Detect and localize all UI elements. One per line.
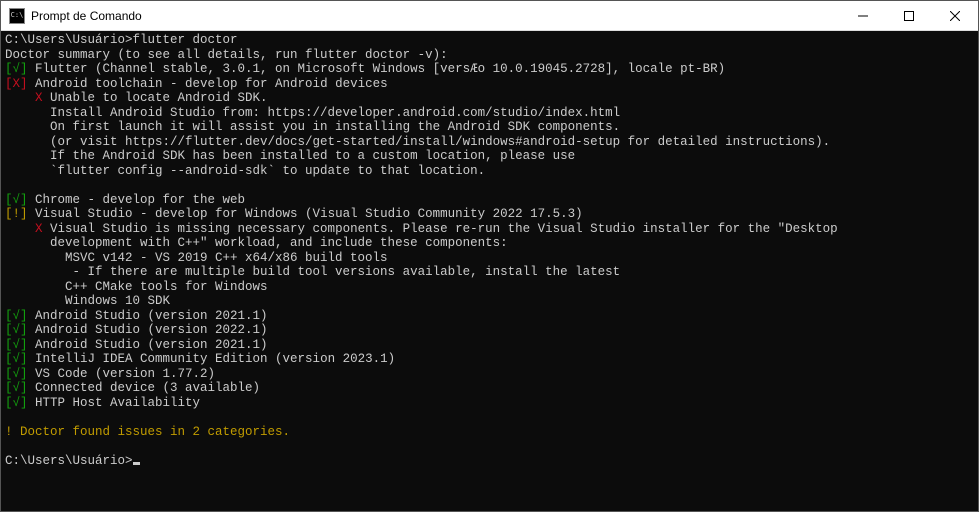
- output-line: Install Android Studio from: https://dev…: [5, 106, 620, 120]
- status-ok: [√]: [5, 352, 28, 366]
- output-line: Connected device (3 available): [28, 381, 261, 395]
- cursor: [133, 462, 140, 465]
- output-line: On first launch it will assist you in in…: [5, 120, 620, 134]
- output-line: Windows 10 SDK: [5, 294, 170, 308]
- output-line: Android Studio (version 2022.1): [28, 323, 268, 337]
- output-line: MSVC v142 - VS 2019 C++ x64/x86 build to…: [5, 251, 388, 265]
- output-line: IntelliJ IDEA Community Edition (version…: [28, 352, 396, 366]
- prompt-path: C:\Users\Usuário>: [5, 33, 133, 47]
- minimize-button[interactable]: [840, 1, 886, 30]
- output-line: Android toolchain - develop for Android …: [28, 77, 388, 91]
- terminal-output[interactable]: C:\Users\Usuário>flutter doctor Doctor s…: [1, 31, 978, 511]
- status-warn: [!]: [5, 207, 28, 221]
- titlebar[interactable]: Prompt de Comando: [1, 1, 978, 31]
- status-fail: [X]: [5, 77, 28, 91]
- output-line: VS Code (version 1.77.2): [28, 367, 216, 381]
- prompt-path: C:\Users\Usuário>: [5, 454, 133, 468]
- output-line: If the Android SDK has been installed to…: [5, 149, 575, 163]
- command-text: flutter doctor: [133, 33, 238, 47]
- status-ok: [√]: [5, 323, 28, 337]
- minimize-icon: [858, 11, 868, 21]
- output-line: (or visit https://flutter.dev/docs/get-s…: [5, 135, 830, 149]
- status-fail-sub: X: [5, 222, 43, 236]
- output-line: Chrome - develop for the web: [28, 193, 246, 207]
- maximize-button[interactable]: [886, 1, 932, 30]
- issues-summary: ! Doctor found issues in 2 categories.: [5, 425, 290, 439]
- status-ok: [√]: [5, 62, 28, 76]
- status-ok: [√]: [5, 338, 28, 352]
- status-ok: [√]: [5, 381, 28, 395]
- output-line: Android Studio (version 2021.1): [28, 309, 268, 323]
- output-line: Visual Studio - develop for Windows (Vis…: [28, 207, 583, 221]
- maximize-icon: [904, 11, 914, 21]
- output-line: `flutter config --android-sdk` to update…: [5, 164, 485, 178]
- status-fail-sub: X: [5, 91, 43, 105]
- output-line: Flutter (Channel stable, 3.0.1, on Micro…: [28, 62, 726, 76]
- output-line: HTTP Host Availability: [28, 396, 201, 410]
- command-prompt-window: Prompt de Comando C:\Users\Usuário>flutt…: [0, 0, 979, 512]
- status-ok: [√]: [5, 367, 28, 381]
- output-line: Doctor summary (to see all details, run …: [5, 48, 448, 62]
- output-line: Visual Studio is missing necessary compo…: [43, 222, 838, 236]
- output-line: C++ CMake tools for Windows: [5, 280, 268, 294]
- status-ok: [√]: [5, 193, 28, 207]
- close-button[interactable]: [932, 1, 978, 30]
- status-ok: [√]: [5, 396, 28, 410]
- output-line: Android Studio (version 2021.1): [28, 338, 268, 352]
- output-line: - If there are multiple build tool versi…: [5, 265, 620, 279]
- window-controls: [840, 1, 978, 30]
- close-icon: [950, 11, 960, 21]
- window-title: Prompt de Comando: [31, 9, 840, 23]
- cmd-icon: [9, 8, 25, 24]
- output-line: Unable to locate Android SDK.: [43, 91, 268, 105]
- status-ok: [√]: [5, 309, 28, 323]
- output-line: development with C++" workload, and incl…: [5, 236, 508, 250]
